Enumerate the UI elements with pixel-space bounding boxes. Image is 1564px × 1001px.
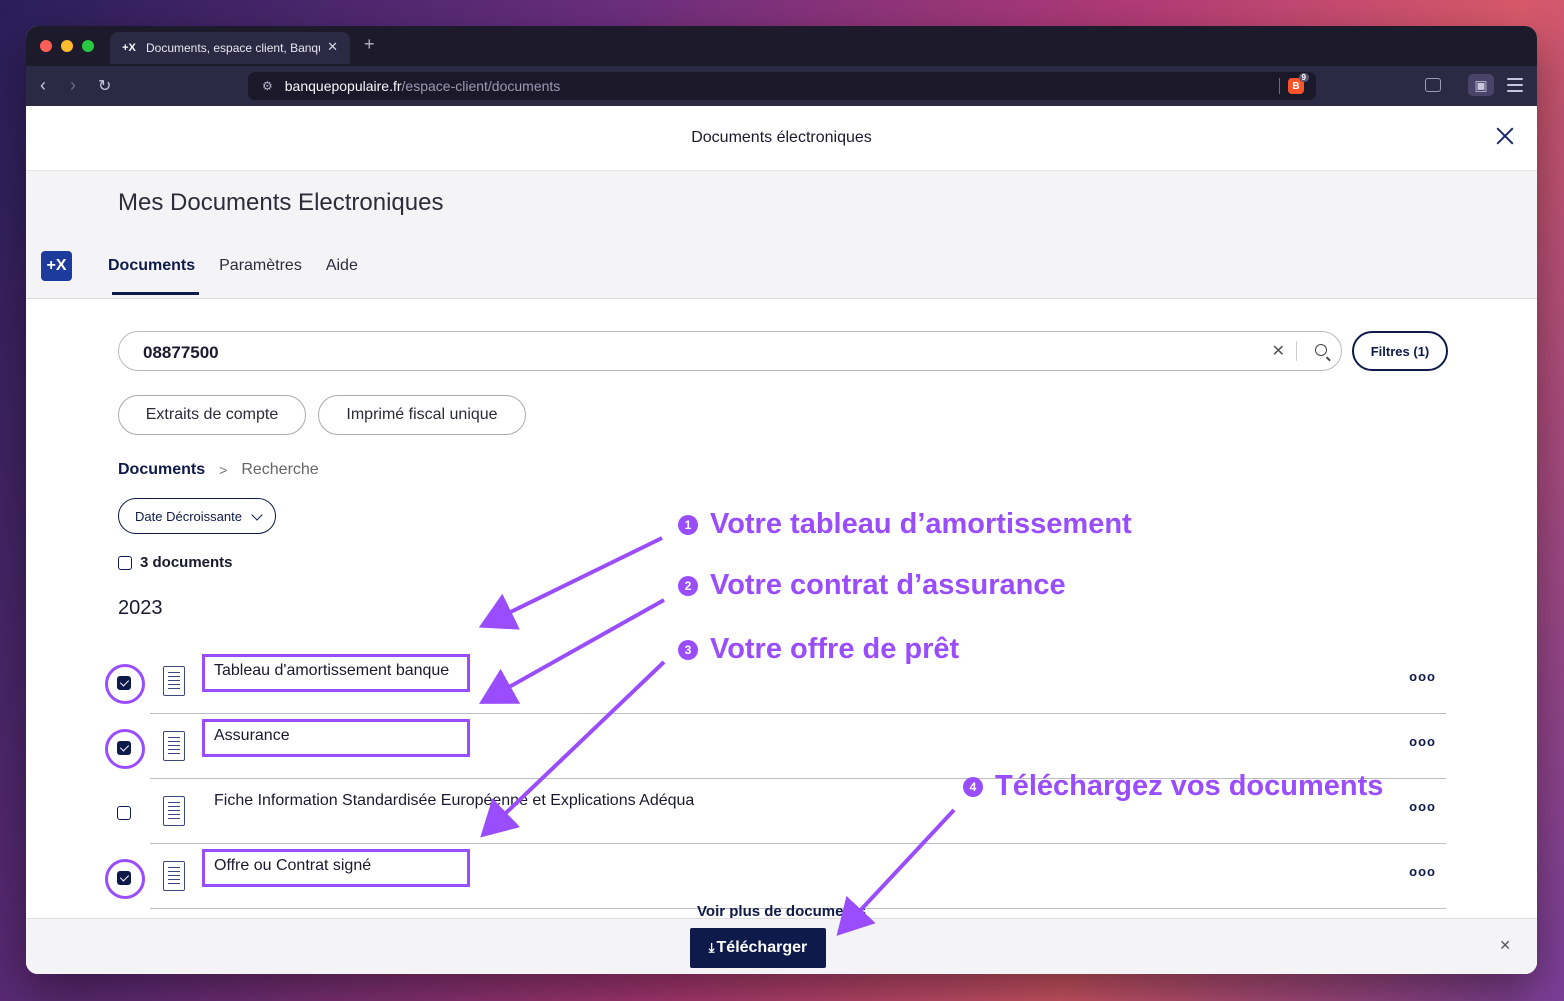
- brave-shields-icon[interactable]: B9: [1288, 73, 1309, 94]
- breadcrumb-current: Recherche: [241, 461, 319, 478]
- breadcrumb-documents-link[interactable]: Documents: [118, 461, 205, 479]
- document-name-link[interactable]: Fiche Information Standardisée Européenn…: [214, 792, 694, 810]
- annotation-number: 3: [678, 639, 698, 660]
- document-checkbox[interactable]: [117, 676, 131, 690]
- close-window-button[interactable]: [40, 40, 52, 52]
- chevron-right-icon: >: [219, 462, 228, 478]
- reader-mode-icon[interactable]: [1424, 76, 1442, 94]
- document-row[interactable]: Offre ou Contrat signé ooo: [105, 844, 1446, 909]
- maximize-window-button[interactable]: [82, 40, 94, 52]
- url-divider: [1279, 78, 1280, 94]
- annotation-text: Votre contrat d’assurance: [710, 569, 1066, 601]
- forward-icon[interactable]: ›: [70, 75, 76, 96]
- documents-count: 3 documents: [140, 554, 233, 571]
- more-options-icon[interactable]: ooo: [1409, 669, 1436, 684]
- more-options-icon[interactable]: ooo: [1409, 734, 1436, 749]
- minimize-window-button[interactable]: [61, 40, 73, 52]
- clear-search-icon[interactable]: ✕: [1272, 341, 1285, 361]
- tab-documents[interactable]: Documents: [108, 257, 200, 295]
- chip-extraits-de-compte[interactable]: Extraits de compte: [118, 395, 306, 435]
- breadcrumb: Documents > Recherche: [118, 461, 319, 479]
- select-all-row: 3 documents: [118, 554, 233, 571]
- page-title: Mes Documents Electroniques: [118, 189, 444, 216]
- modal-header: Documents électroniques: [26, 106, 1537, 171]
- annotation-text: Votre tableau d’amortissement: [710, 508, 1132, 540]
- site-settings-icon[interactable]: ⚙: [262, 79, 273, 93]
- document-checkbox-wrap: [106, 795, 142, 831]
- more-options-icon[interactable]: ooo: [1409, 864, 1436, 879]
- search-divider: [1296, 341, 1297, 361]
- section-tabs: Documents Paramètres Aide: [108, 257, 382, 295]
- shields-count-badge: 9: [1298, 73, 1309, 82]
- url-host: banquepopulaire.fr: [284, 78, 402, 94]
- annotation-4: 4 Téléchargez vos documents: [963, 770, 1383, 803]
- chevron-down-icon: [251, 509, 263, 521]
- download-button[interactable]: ⤓ Télécharger: [690, 928, 826, 968]
- address-bar[interactable]: ⚙ banquepopulaire.fr/espace-client/docum…: [248, 72, 1316, 100]
- annotation-number: 4: [963, 776, 983, 797]
- document-name-link[interactable]: Assurance: [214, 727, 290, 745]
- sort-selected-label: Date Décroissante: [135, 508, 242, 524]
- annotation-1: 1 Votre tableau d’amortissement: [678, 508, 1132, 541]
- browser-tab[interactable]: +X Documents, espace client, Banque ✕: [110, 32, 350, 64]
- navigation-bar: ‹ › ↻ ⚙ banquepopulaire.fr/espace-client…: [26, 66, 1537, 106]
- tab-title: Documents, espace client, Banque: [146, 41, 320, 55]
- annotation-2: 2 Votre contrat d’assurance: [678, 569, 1066, 602]
- sort-dropdown[interactable]: Date Décroissante: [118, 498, 276, 534]
- annotation-number: 2: [678, 575, 698, 596]
- annotation-number: 1: [678, 514, 698, 535]
- document-checkbox-wrap: [105, 664, 145, 704]
- download-label: Télécharger: [716, 939, 808, 956]
- modal-title: Documents électroniques: [691, 129, 872, 146]
- reload-icon[interactable]: ↻: [98, 76, 111, 96]
- search-icon[interactable]: [1315, 344, 1327, 356]
- document-icon: [163, 861, 185, 891]
- filters-button[interactable]: Filtres (1): [1352, 331, 1448, 371]
- document-checkbox-wrap: [105, 729, 145, 769]
- new-tab-button[interactable]: +: [364, 34, 375, 55]
- wallet-icon[interactable]: ▣: [1468, 74, 1494, 96]
- document-name-link[interactable]: Tableau d'amortissement banque: [214, 662, 449, 680]
- more-options-icon[interactable]: ooo: [1409, 799, 1436, 814]
- back-icon[interactable]: ‹: [40, 75, 46, 96]
- banque-populaire-logo: +X: [41, 251, 72, 281]
- search-value: 08877500: [143, 343, 219, 362]
- document-name-link[interactable]: Offre ou Contrat signé: [214, 857, 371, 875]
- close-tab-icon[interactable]: ✕: [327, 39, 338, 55]
- url-path: /espace-client/documents: [401, 78, 561, 94]
- download-footer: ⤓ Télécharger ✕: [26, 918, 1537, 974]
- chip-imprime-fiscal-unique[interactable]: Imprimé fiscal unique: [318, 395, 526, 435]
- document-icon: [163, 666, 185, 696]
- tab-aide[interactable]: Aide: [326, 257, 358, 295]
- menu-icon[interactable]: [1507, 78, 1523, 96]
- document-icon: [163, 796, 185, 826]
- document-checkbox-wrap: [105, 859, 145, 899]
- search-input[interactable]: 08877500 ✕: [118, 331, 1342, 371]
- document-checkbox[interactable]: [117, 806, 131, 820]
- year-heading: 2023: [118, 597, 163, 619]
- annotation-text: Téléchargez vos documents: [995, 770, 1384, 802]
- close-footer-icon[interactable]: ✕: [1499, 937, 1511, 954]
- close-modal-icon[interactable]: [1493, 124, 1517, 148]
- annotation-3: 3 Votre offre de prêt: [678, 633, 959, 666]
- browser-window: +X Documents, espace client, Banque ✕ + …: [26, 26, 1537, 974]
- documents-header: Mes Documents Electroniques +X Documents…: [26, 171, 1537, 299]
- tab-parametres[interactable]: Paramètres: [219, 257, 302, 295]
- tab-bar: +X Documents, espace client, Banque ✕ +: [26, 26, 1537, 66]
- document-checkbox[interactable]: [117, 871, 131, 885]
- annotation-text: Votre offre de prêt: [710, 633, 960, 665]
- download-icon: ⤓: [708, 940, 715, 955]
- select-all-checkbox[interactable]: [118, 555, 132, 570]
- document-checkbox[interactable]: [117, 741, 131, 755]
- banque-populaire-favicon-icon: +X: [122, 42, 136, 54]
- document-icon: [163, 731, 185, 761]
